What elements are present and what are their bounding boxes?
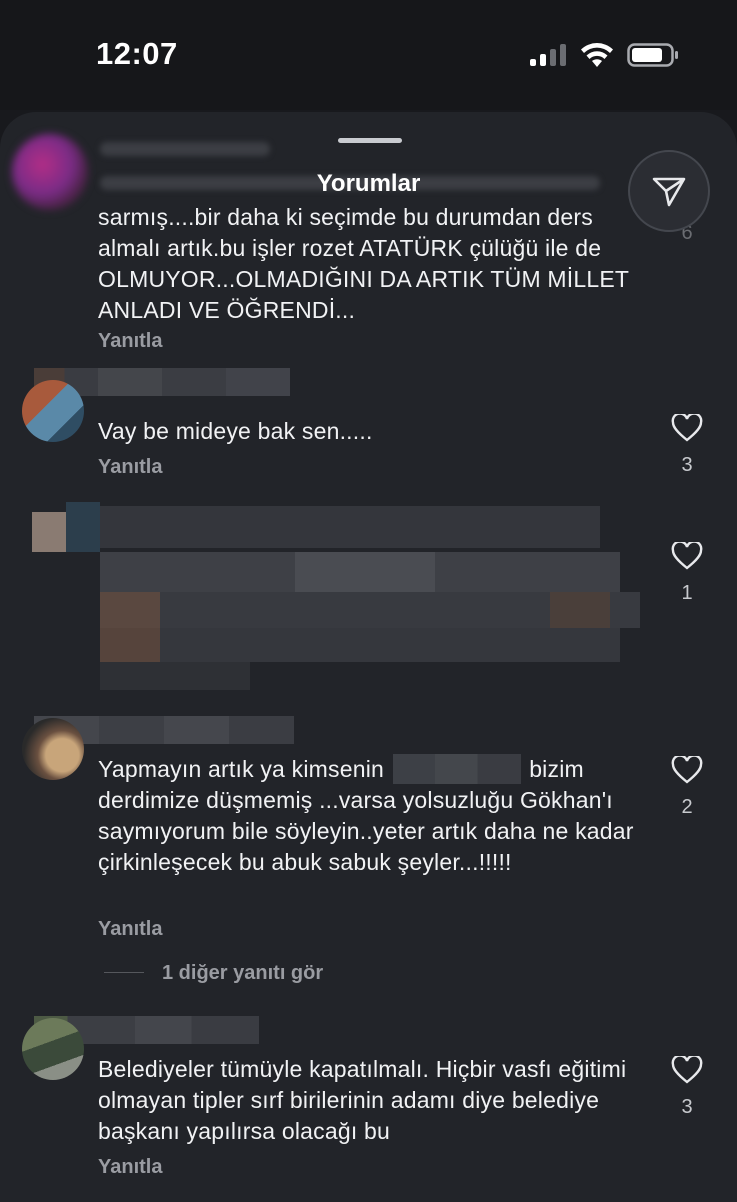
heart-icon [671,1056,703,1084]
comment-item: Vay be mideye bak sen..... Yanıtla 3 [0,362,737,492]
pixelated-comment [20,502,640,692]
comment-item: Belediyeler tümüyle kapatılmalı. Hiçbir … [0,1012,737,1202]
share-button[interactable] [628,150,710,232]
comments-sheet: Yorumlar sarmış....bir daha ki seçimde b… [0,112,737,1202]
redacted-word [392,754,521,784]
comment-text: Belediyeler tümüyle kapatılmalı. Hiçbir … [98,1056,627,1144]
like-button[interactable]: 1 [668,542,706,605]
battery-icon [627,43,678,67]
send-icon [652,177,686,207]
reply-button[interactable]: Yanıtla [98,330,162,353]
heart-icon [671,542,703,570]
comment-text: Yapmayın artık ya kimsenin bizim derdimi… [98,754,634,875]
reply-button[interactable]: Yanıtla [98,918,162,941]
like-count: 1 [681,582,693,604]
like-button[interactable]: 2 [668,756,706,819]
heart-icon [671,756,703,784]
reply-button[interactable]: Yanıtla [98,456,162,479]
like-count: 3 [681,1096,693,1118]
avatar[interactable] [22,380,84,442]
like-button[interactable]: 3 [668,1056,706,1119]
blurred-comment-header [0,112,737,222]
view-more-replies[interactable]: 1 diğer yanıtı gör [104,962,323,985]
avatar[interactable] [22,1018,84,1080]
status-time: 12:07 [96,36,178,71]
avatar[interactable] [22,718,84,780]
comment-item-redacted: 1 [0,502,737,702]
wifi-icon [581,43,613,67]
reply-button[interactable]: Yanıtla [98,1156,162,1179]
sheet-title: Yorumlar [316,170,421,197]
comment-item: Yapmayın artık ya kimsenin bizim derdimi… [0,712,737,1002]
screen: 12:07 Yorumlar sarmış....bir daha ki seç… [0,0,737,1202]
like-count: 2 [681,796,693,818]
comment-text: Vay be mideye bak sen..... [98,418,373,444]
cellular-signal-icon [530,44,568,66]
like-count: 3 [681,454,693,476]
heart-icon [671,414,703,442]
like-button[interactable]: 3 [668,414,706,477]
status-bar: 12:07 [0,0,737,110]
